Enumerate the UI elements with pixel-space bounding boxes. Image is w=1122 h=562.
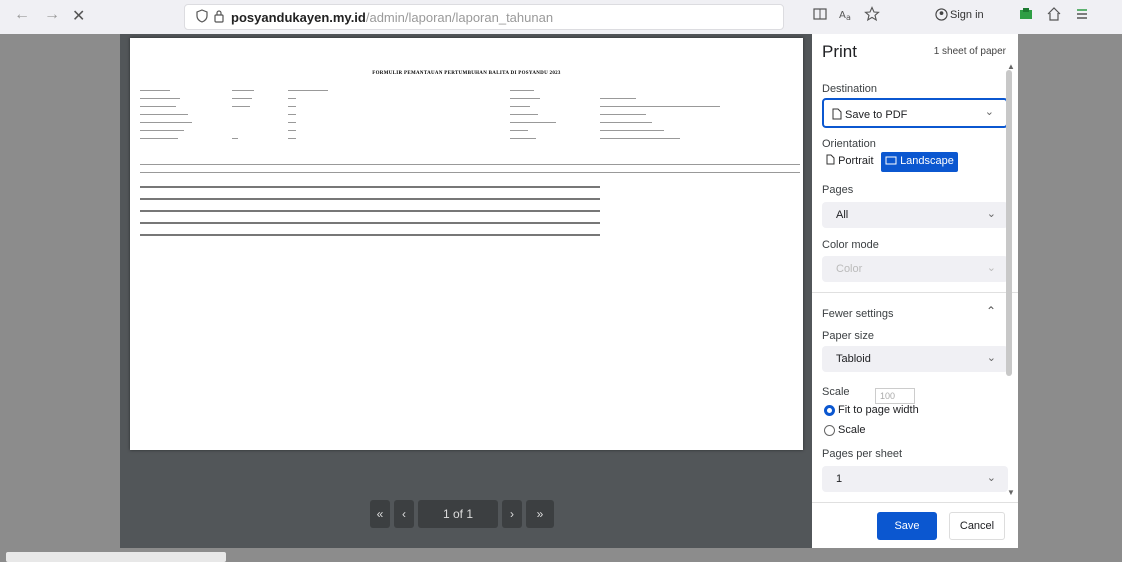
svg-text:A: A: [839, 10, 846, 21]
page-icon: [885, 156, 897, 165]
reader-view-icon[interactable]: [812, 6, 828, 25]
pages-label: Pages: [822, 184, 854, 196]
panel-scrollbar[interactable]: [1006, 70, 1012, 376]
first-page-button[interactable]: «: [370, 500, 390, 528]
cancel-button[interactable]: Cancel: [949, 512, 1005, 540]
fewer-settings-toggle[interactable]: Fewer settings: [822, 308, 894, 320]
pages-per-sheet-select[interactable]: 1 ⌄: [822, 466, 1008, 492]
portrait-option[interactable]: Portrait: [822, 152, 878, 172]
scroll-up-icon[interactable]: ▲: [1007, 62, 1015, 71]
pages-per-sheet-label: Pages per sheet: [822, 448, 903, 460]
preview-sheet: FORMULIR PEMANTAUAN PERTUMBUHAN BALITA D…: [130, 38, 803, 450]
forward-icon[interactable]: →: [44, 6, 60, 24]
chevron-down-icon: ⌄: [986, 262, 996, 274]
divider: [812, 292, 1018, 293]
next-page-button[interactable]: ›: [502, 500, 522, 528]
paper-size-select[interactable]: Tabloid ⌄: [822, 346, 1008, 372]
orientation-label: Orientation: [822, 138, 876, 150]
scroll-down-icon[interactable]: ▼: [1007, 488, 1015, 497]
prev-page-button[interactable]: ‹: [394, 500, 414, 528]
destination-select[interactable]: Save to PDF ⌄: [822, 98, 1008, 128]
scale-input[interactable]: 100: [875, 388, 915, 404]
star-icon[interactable]: [864, 6, 880, 25]
chevron-down-icon: ⌄: [986, 472, 996, 484]
status-bar: [6, 552, 226, 562]
color-mode-label: Color mode: [822, 239, 879, 251]
translate-icon[interactable]: Aa: [838, 6, 854, 25]
document-icon: [832, 108, 842, 120]
page-indicator: 1 of 1: [418, 500, 498, 528]
panel-title: Print: [822, 42, 857, 61]
back-icon[interactable]: ←: [14, 6, 30, 24]
chevron-down-icon: ⌄: [986, 208, 996, 220]
chevron-down-icon: ⌄: [986, 352, 996, 364]
landscape-option[interactable]: Landscape: [881, 152, 958, 172]
fit-to-page-label: Fit to page width: [838, 404, 919, 416]
signin-button[interactable]: Sign in: [950, 9, 984, 21]
browser-toolbar: ← → ✕ posyandukayen.my.id/admin/laporan/…: [0, 0, 1122, 34]
account-icon[interactable]: [935, 8, 948, 24]
menu-icon[interactable]: [1074, 6, 1090, 25]
color-mode-select: Color ⌄: [822, 256, 1008, 282]
url-domain: posyandukayen.my.id: [231, 10, 366, 25]
scale-label: Scale: [822, 386, 850, 398]
home-icon[interactable]: [1046, 6, 1062, 25]
sheet-count: 1 sheet of paper: [933, 46, 1006, 57]
svg-text:a: a: [846, 13, 851, 22]
chevron-down-icon: ⌄: [984, 106, 994, 118]
extension-icon[interactable]: [1018, 6, 1034, 25]
scale-option-label: Scale: [838, 424, 866, 436]
page-icon: [826, 154, 835, 165]
url-path: /admin/laporan/laporan_tahunan: [365, 10, 554, 25]
last-page-button[interactable]: »: [526, 500, 554, 528]
url-text[interactable]: posyandukayen.my.id/admin/laporan/lapora…: [231, 10, 553, 25]
paper-size-label: Paper size: [822, 330, 874, 342]
shield-icon[interactable]: [195, 9, 209, 26]
divider: [812, 502, 1018, 503]
close-icon[interactable]: ✕: [72, 6, 85, 26]
save-button[interactable]: Save: [877, 512, 937, 540]
custom-scale-radio[interactable]: [824, 425, 835, 436]
sheet-title: FORMULIR PEMANTAUAN PERTUMBUHAN BALITA D…: [372, 71, 561, 76]
print-settings-panel: Print 1 sheet of paper Destination Save …: [812, 34, 1018, 548]
fit-to-page-radio[interactable]: [824, 405, 835, 416]
pages-select[interactable]: All ⌄: [822, 202, 1008, 228]
lock-icon[interactable]: [213, 9, 225, 26]
destination-value: Save to PDF: [832, 108, 907, 121]
chevron-up-icon[interactable]: ⌃: [986, 304, 996, 318]
url-bar[interactable]: posyandukayen.my.id/admin/laporan/lapora…: [184, 4, 784, 30]
destination-label: Destination: [822, 83, 878, 95]
